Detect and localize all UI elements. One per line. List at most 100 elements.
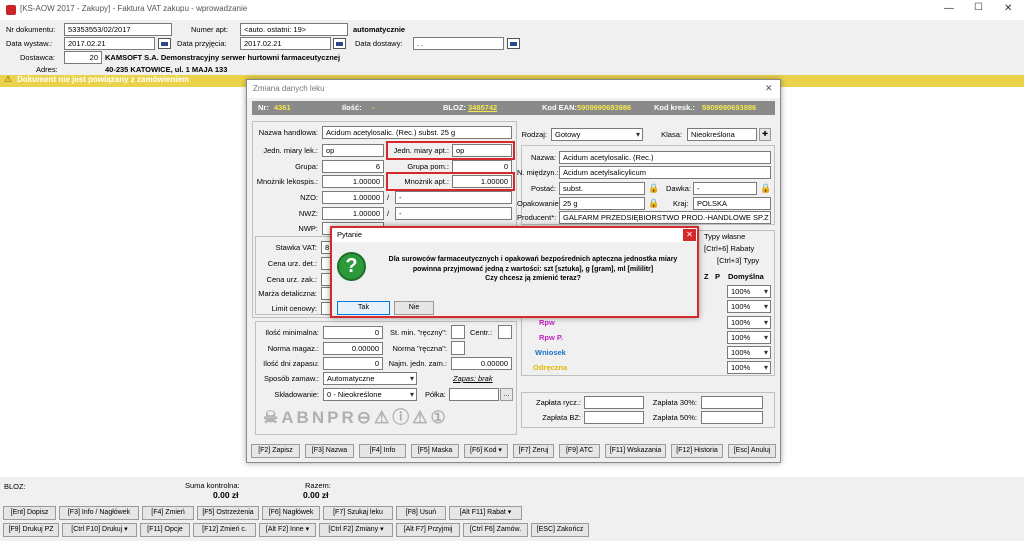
nzo-extra-field[interactable]: -: [395, 191, 512, 204]
alert-icon: ⚠: [412, 408, 431, 427]
postac-label: Postać:: [530, 184, 556, 193]
price-row-select[interactable]: 100%: [727, 346, 771, 359]
n-miedzyn-field[interactable]: Acidum acetylsalicylicum: [559, 166, 771, 179]
wskazania-button[interactable]: [F11] Wskazania: [605, 444, 666, 458]
centr-checkbox[interactable]: [498, 325, 512, 339]
polka-browse-button[interactable]: ...: [500, 388, 513, 401]
zapas-link[interactable]: Zapas: brak: [453, 372, 493, 385]
bloz-value[interactable]: 3485742: [468, 101, 497, 115]
dopisz-button[interactable]: [Ent] Dopisz: [3, 506, 56, 520]
klasa-field[interactable]: Nieokreślona: [687, 128, 757, 141]
zmiany-button[interactable]: [Ctrl F2] Zmiany ▾: [319, 523, 393, 537]
zapisz-button[interactable]: [F2] Zapisz: [251, 444, 300, 458]
rodzaj-select[interactable]: Gotowy: [551, 128, 643, 141]
postac-field[interactable]: subst.: [559, 182, 645, 195]
nr-value: 4361: [274, 103, 291, 112]
jm-lek-field[interactable]: op: [322, 144, 384, 157]
anuluj-button[interactable]: [Esc] Anuluj: [728, 444, 776, 458]
data-wystawienia-field[interactable]: 2017.02.21: [64, 37, 155, 50]
nwz-extra-field[interactable]: -: [395, 207, 512, 220]
nazwa-handlowa-field[interactable]: Acidum acetylosalic. (Rec.) subst. 25 g: [322, 126, 512, 139]
price-row-select[interactable]: 100%: [727, 331, 771, 344]
nazwa-field[interactable]: Acidum acetylosalic. (Rec.): [559, 151, 771, 164]
data-dostawy-field[interactable]: . .: [413, 37, 504, 50]
dostawca-number-field[interactable]: 20: [64, 51, 102, 64]
zeruj-button[interactable]: [F7] Zeruj: [513, 444, 554, 458]
zaplata-rycz-field[interactable]: [584, 396, 644, 409]
cena-urz-zak-label: Cena urz. zak.:: [266, 275, 317, 284]
question-close-button[interactable]: ✕: [683, 229, 696, 241]
opcje-button[interactable]: [F11] Opcje: [140, 523, 190, 537]
price-row-select[interactable]: 100%: [727, 361, 771, 374]
przyjmij-button[interactable]: [Alt F7] Przyjmij: [396, 523, 460, 537]
close-button[interactable]: ✕: [1004, 3, 1012, 14]
historia-button[interactable]: [F12] Historia: [671, 444, 723, 458]
nwz-field[interactable]: 1.00000: [322, 207, 384, 220]
nr-dokumentu-field[interactable]: 53353553/02/2017: [64, 23, 172, 36]
opakowanie-field[interactable]: 25 g: [559, 197, 645, 210]
maska-button[interactable]: [F5] Maska: [411, 444, 459, 458]
naglowek-button[interactable]: [F6] Nagłówek: [262, 506, 320, 520]
rabat-button[interactable]: [Alt F11] Rabat ▾: [449, 506, 522, 520]
mnoznik-lekospis-field[interactable]: 1.00000: [322, 175, 384, 188]
sposob-zamaw-select[interactable]: Automatyczne: [323, 372, 417, 385]
kraj-field[interactable]: POLSKA: [693, 197, 771, 210]
no-button[interactable]: Nie: [394, 301, 434, 315]
polka-field[interactable]: [449, 388, 499, 401]
st-min-reczny-checkbox[interactable]: [451, 325, 465, 339]
dialog-close-button[interactable]: ✕: [765, 83, 773, 94]
info-naglowek-button[interactable]: [F3] Info / Nagłówek: [59, 506, 139, 520]
lock-icon[interactable]: 🔒: [648, 183, 659, 193]
zaplata-bz-field[interactable]: [584, 411, 644, 424]
info-button[interactable]: [F4] Info: [359, 444, 406, 458]
calendar-icon[interactable]: [333, 38, 346, 49]
zmien-button[interactable]: [F4] Zmień: [142, 506, 194, 520]
usun-button[interactable]: [F8] Usuń: [396, 506, 446, 520]
question-titlebar: Pytanie ✕: [332, 228, 697, 242]
data-wystawienia-label: Data wystaw.:: [6, 39, 53, 48]
zmien-c-button[interactable]: [F12] Zmień c.: [193, 523, 256, 537]
nazwa-label: Nazwa:: [530, 153, 556, 162]
limit-cenowy-label: Limit cenowy:: [271, 304, 317, 313]
nazwa-button[interactable]: [F3] Nazwa: [305, 444, 354, 458]
zakoncz-button[interactable]: [ESC] Zakończ: [531, 523, 589, 537]
zamow-button[interactable]: [Ctrl F6] Zamów.: [463, 523, 528, 537]
norma-magaz-field[interactable]: 0.00000: [323, 342, 383, 355]
price-row-select[interactable]: 100%: [727, 285, 771, 298]
price-row-label: Rpw P.: [539, 333, 564, 342]
n-miedzyn-label: N. międzyn.:: [517, 168, 559, 177]
dawka-field[interactable]: -: [693, 182, 757, 195]
calendar-icon[interactable]: [507, 38, 520, 49]
klasa-add-button[interactable]: ✚: [759, 128, 771, 141]
typy-link[interactable]: [Ctrl+3] Typy: [717, 254, 759, 267]
ilosc-dni-field[interactable]: 0: [323, 357, 383, 370]
norma-reczna-checkbox[interactable]: [451, 341, 465, 355]
grupa-field[interactable]: 6: [322, 160, 384, 173]
price-row-select[interactable]: 100%: [727, 300, 771, 313]
drukuj-button[interactable]: [Ctrl F10] Drukuj ▾: [62, 523, 137, 537]
zaplata-30-field[interactable]: [701, 396, 763, 409]
atc-button[interactable]: [F9] ATC: [559, 444, 600, 458]
calendar-icon[interactable]: [158, 38, 171, 49]
data-przyjecia-field[interactable]: 2017.02.21: [240, 37, 331, 50]
numer-apt-field[interactable]: <auto. ostatni: 19>: [240, 23, 348, 36]
najm-jedn-field[interactable]: 0.00000: [451, 357, 512, 370]
maximize-button[interactable]: ☐: [974, 2, 983, 13]
ostrzezenia-button[interactable]: [F5] Ostrzeżenia: [197, 506, 259, 520]
szukaj-leku-button[interactable]: [F7] Szukaj leku: [323, 506, 393, 520]
question-title: Pytanie: [337, 230, 363, 239]
price-row-select[interactable]: 100%: [727, 316, 771, 329]
yes-button[interactable]: Tak: [337, 301, 390, 315]
producent-field[interactable]: GALFARM PRZEDSIĘBIORSTWO PROD.-HANDLOWE …: [559, 211, 771, 224]
nzo-field[interactable]: 1.00000: [322, 191, 384, 204]
zaplata-50-field[interactable]: [701, 411, 763, 424]
skladowanie-select[interactable]: 0 - Nieokreślone: [323, 388, 417, 401]
kod-button[interactable]: [F6] Kod ▾: [464, 444, 508, 458]
centr-label: Centr.:: [470, 328, 493, 337]
lock-icon[interactable]: 🔒: [648, 198, 659, 208]
lock-icon[interactable]: 🔒: [760, 183, 771, 193]
minimize-button[interactable]: —: [944, 3, 954, 14]
ilosc-minimalna-field[interactable]: 0: [323, 326, 383, 339]
drukuj-pz-button[interactable]: [F9] Drukuj PZ: [3, 523, 59, 537]
inne-button[interactable]: [Alt F2] Inne ▾: [259, 523, 316, 537]
